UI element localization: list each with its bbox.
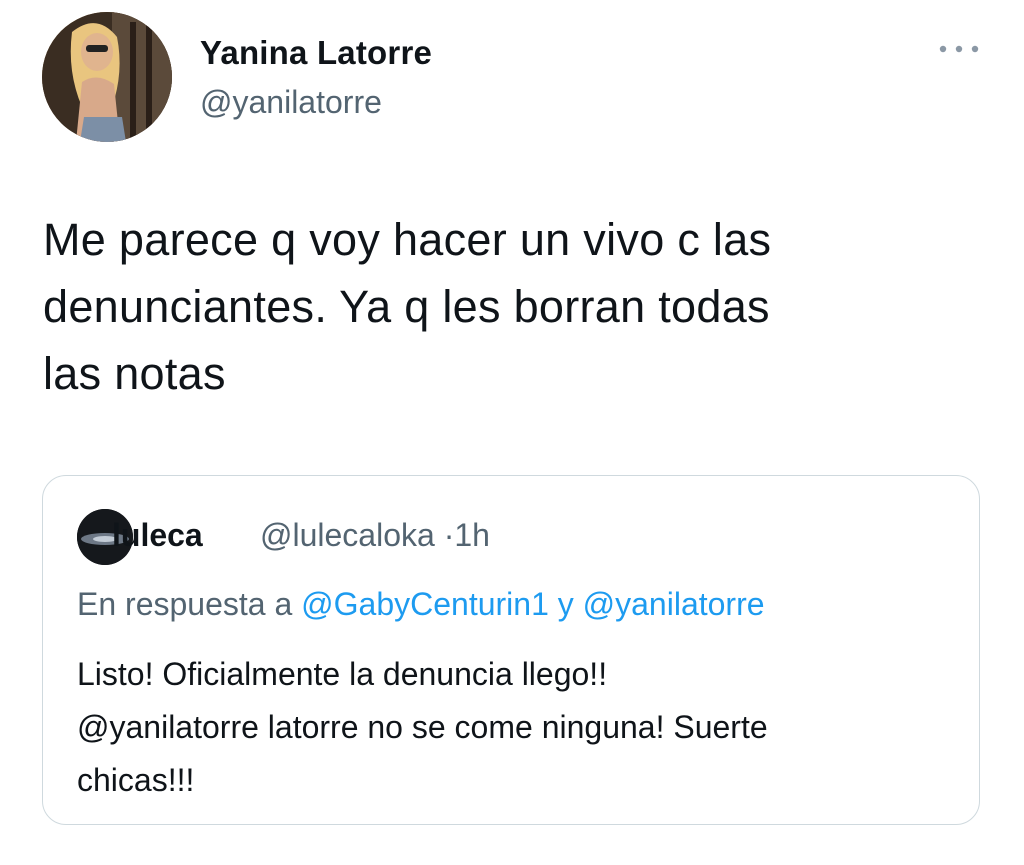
tweet-text-line: las notas: [43, 348, 226, 399]
tweet-text: Me parece q voy hacer un vivo c las denu…: [43, 206, 983, 407]
quoted-tweet-text: Listo! Oficialmente la denuncia llego!! …: [77, 648, 957, 807]
quoted-text-line: chicas!!!: [77, 762, 195, 798]
quoted-text-line: Listo! Oficialmente la denuncia llego!!: [77, 656, 608, 692]
mention-link[interactable]: @yanilatorre: [77, 709, 259, 745]
reply-conjunction: y: [557, 586, 574, 622]
profile-photo-icon: [42, 12, 172, 142]
quoted-text-fragment: latorre no se come ninguna! Suerte: [267, 709, 768, 745]
tweet-text-line: denunciantes. Ya q les borran todas: [43, 281, 770, 332]
quoted-text-line: @yanilatorre latorre no se come ninguna!…: [77, 701, 957, 754]
quoted-author-handle[interactable]: @lulecaloka: [260, 517, 435, 553]
author-handle[interactable]: @yanilatorre: [200, 84, 382, 121]
author-name[interactable]: Yanina Latorre: [200, 34, 432, 72]
meta-separator: ·: [443, 517, 455, 553]
reply-mention-link[interactable]: @yanilatorre: [583, 586, 765, 622]
tweet: Yanina Latorre @yanilatorre Me parece q …: [0, 0, 1024, 865]
reply-mention-link[interactable]: @GabyCenturin1: [301, 586, 549, 622]
reply-context: En respuesta a @GabyCenturin1 y @yanilat…: [77, 586, 765, 623]
tweet-text-line: Me parece q voy hacer un vivo c las: [43, 214, 772, 265]
quoted-tweet-time[interactable]: 1h: [454, 517, 490, 553]
ellipsis-icon[interactable]: [934, 36, 984, 62]
quoted-author-meta: @lulecaloka ·1h: [260, 517, 490, 554]
reply-prefix: En respuesta a: [77, 586, 293, 622]
quoted-author-name[interactable]: luleca: [112, 517, 203, 554]
author-avatar[interactable]: [42, 12, 172, 142]
